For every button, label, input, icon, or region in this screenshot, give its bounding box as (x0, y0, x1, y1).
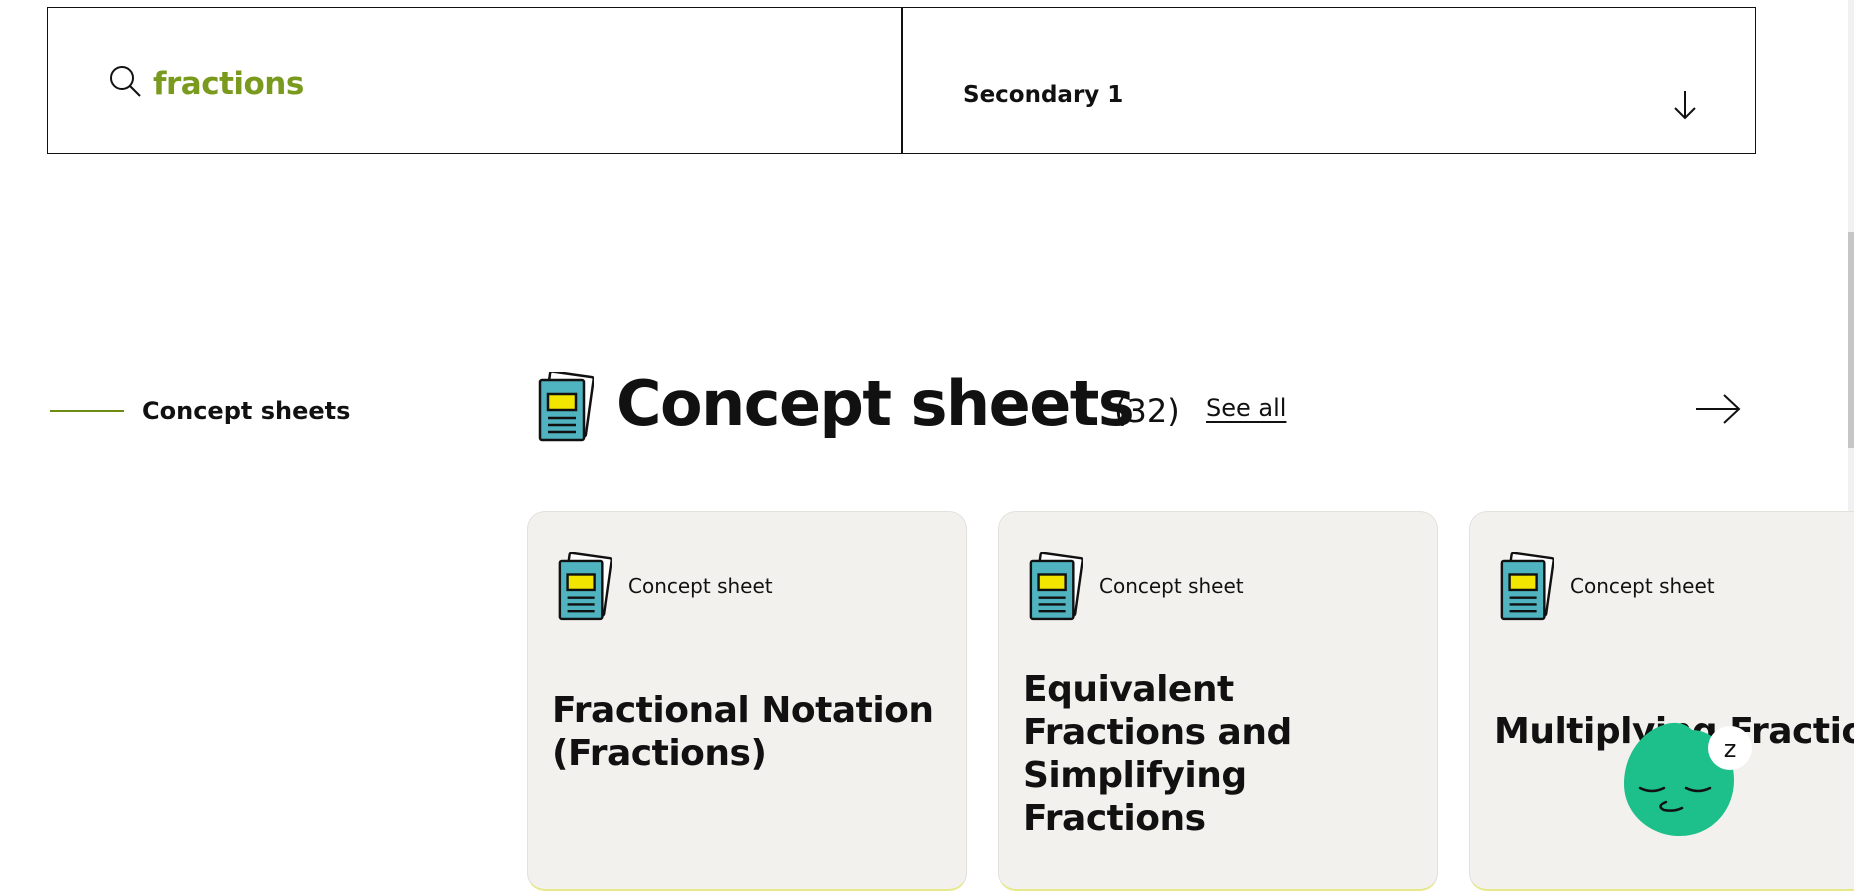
concept-sheet-card[interactable]: Concept sheet Fractional Notation (Fract… (527, 511, 967, 891)
concept-sheet-card[interactable]: Concept sheet Equivalent Fractions and S… (998, 511, 1438, 891)
card-title[interactable]: Fractional Notation (Fractions) (552, 689, 948, 775)
search-field[interactable]: fractions (48, 8, 903, 153)
search-filter-bar: fractions Secondary 1 (47, 7, 1756, 154)
sidebar-item-concept-sheets[interactable]: Concept sheets (142, 397, 350, 425)
level-select-value: Secondary 1 (963, 82, 1124, 108)
concept-sheet-icon (1500, 552, 1554, 621)
section-count: (32) (1114, 392, 1180, 430)
level-select[interactable]: Secondary 1 (903, 8, 1755, 153)
arrow-down-icon (1674, 91, 1696, 120)
arrow-right-icon[interactable] (1694, 392, 1742, 426)
see-all-link[interactable]: See all (1206, 394, 1286, 422)
card-type-label: Concept sheet (1099, 574, 1244, 598)
card-title[interactable]: Equivalent Fractions and Simplifying Fra… (1023, 668, 1419, 840)
concept-sheet-icon (1029, 552, 1083, 621)
card-type-label: Concept sheet (628, 574, 773, 598)
sidebar-active-indicator (50, 410, 124, 412)
concept-sheet-icon (558, 552, 612, 621)
concept-sheet-icon (538, 372, 594, 442)
sleeping-mascot-icon[interactable]: z (1612, 710, 1762, 846)
section-title: Concept sheets (616, 367, 1135, 440)
svg-text:z: z (1724, 735, 1737, 763)
scrollbar-thumb[interactable] (1848, 232, 1854, 448)
card-type-label: Concept sheet (1570, 574, 1715, 598)
search-query[interactable]: fractions (153, 66, 304, 102)
search-icon (110, 66, 141, 97)
